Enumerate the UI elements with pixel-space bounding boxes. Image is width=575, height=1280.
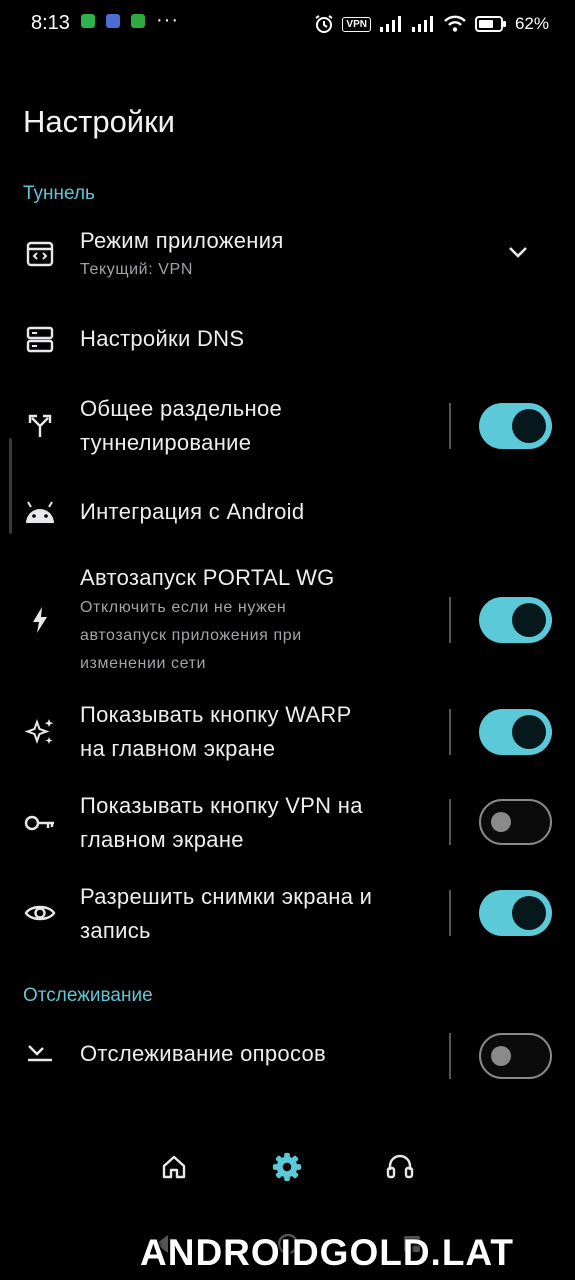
whatsapp-icon <box>81 14 95 28</box>
toggle-knob <box>491 1046 511 1066</box>
setting-title: Интеграция с Android <box>80 499 305 524</box>
app-icon <box>131 14 145 28</box>
headset-icon <box>386 1154 414 1179</box>
android-icon <box>24 497 56 529</box>
alarm-icon <box>315 15 333 33</box>
setting-subtitle: автозапуск приложения при <box>80 627 302 644</box>
eye-icon <box>24 897 56 929</box>
divider <box>449 799 451 845</box>
ping-icon <box>24 1038 56 1070</box>
setting-split-tunneling[interactable]: Общее раздельное туннелирование <box>0 392 575 460</box>
divider <box>449 709 451 755</box>
setting-subtitle: Отключить если не нужен <box>80 599 287 616</box>
setting-title: Разрешить снимки экрана и <box>80 884 373 909</box>
setting-title: Общее раздельное <box>80 396 283 421</box>
vpn-icon: VPN <box>342 16 371 32</box>
setting-title: запись <box>80 918 151 943</box>
section-header-tracking: Отслеживание <box>23 985 153 1006</box>
nav-support[interactable] <box>384 1151 416 1183</box>
status-bar: 8:13 ··· VPN 62% <box>0 0 575 48</box>
setting-title: Режим приложения <box>80 228 284 253</box>
home-icon <box>162 1155 186 1179</box>
setting-app-mode[interactable]: Режим приложения Текущий: VPN <box>0 224 575 296</box>
dns-servers-icon <box>24 323 56 355</box>
toggle-knob <box>491 812 511 832</box>
toggle-knob <box>512 603 546 637</box>
key-icon <box>24 807 56 839</box>
status-time: 8:13 <box>31 12 70 34</box>
setting-subtitle: изменении сети <box>80 655 207 672</box>
split-tunneling-toggle[interactable] <box>479 403 552 449</box>
vpn-button-toggle[interactable] <box>479 799 552 845</box>
divider <box>449 403 451 449</box>
screenshots-toggle[interactable] <box>479 890 552 936</box>
setting-dns[interactable]: Настройки DNS <box>0 318 575 362</box>
setting-show-vpn-button[interactable]: Показывать кнопку VPN на главном экране <box>0 789 575 857</box>
setting-allow-screenshots[interactable]: Разрешить снимки экрана и запись <box>0 880 575 948</box>
divider <box>449 1033 451 1079</box>
chevron-down-icon[interactable] <box>507 245 529 259</box>
bolt-icon <box>24 604 56 636</box>
setting-title: главном экране <box>80 827 244 852</box>
setting-subtitle: Текущий: VPN <box>80 261 193 278</box>
sparkles-icon <box>24 716 56 748</box>
nav-settings[interactable] <box>271 1151 303 1183</box>
app-window-code-icon <box>24 238 56 270</box>
setting-android-integration[interactable]: Интеграция с Android <box>0 494 575 534</box>
setting-autostart[interactable]: Автозапуск PORTAL WG Отключить если не н… <box>0 561 575 679</box>
setting-title: Автозапуск PORTAL WG <box>80 565 335 590</box>
app-icon <box>106 14 120 28</box>
watermark: ANDROIDGOLD.LAT <box>140 1232 514 1273</box>
more-notifications-icon: ··· <box>156 9 179 31</box>
toggle-knob <box>512 896 546 930</box>
signal-icon <box>411 16 433 32</box>
toggle-knob <box>512 409 546 443</box>
section-header-tunnel: Туннель <box>23 183 95 204</box>
autostart-toggle[interactable] <box>479 597 552 643</box>
signal-icon <box>379 16 401 32</box>
setting-title: Показывать кнопку VPN на <box>80 793 363 818</box>
setting-title: туннелирование <box>80 430 252 455</box>
divider <box>449 597 451 643</box>
battery-icon <box>474 16 506 32</box>
fork-arrows-icon <box>24 410 56 442</box>
warp-button-toggle[interactable] <box>479 709 552 755</box>
page-title: Настройки <box>23 104 176 139</box>
setting-title: на главном экране <box>80 736 276 761</box>
toggle-knob <box>512 715 546 749</box>
status-right-group: VPN 62% <box>314 11 549 37</box>
setting-title: Отслеживание опросов <box>80 1041 327 1066</box>
wifi-icon <box>444 15 466 32</box>
setting-ping-tracking[interactable]: Отслеживание опросов <box>0 1033 575 1079</box>
battery-percent: 62% <box>514 14 549 33</box>
setting-title: Настройки DNS <box>80 326 245 351</box>
ping-tracking-toggle[interactable] <box>479 1033 552 1079</box>
nav-home[interactable] <box>158 1151 190 1183</box>
settings-gear-icon <box>272 1152 302 1182</box>
setting-title: Показывать кнопку WARP <box>80 702 352 727</box>
setting-show-warp-button[interactable]: Показывать кнопку WARP на главном экране <box>0 698 575 766</box>
divider <box>449 890 451 936</box>
